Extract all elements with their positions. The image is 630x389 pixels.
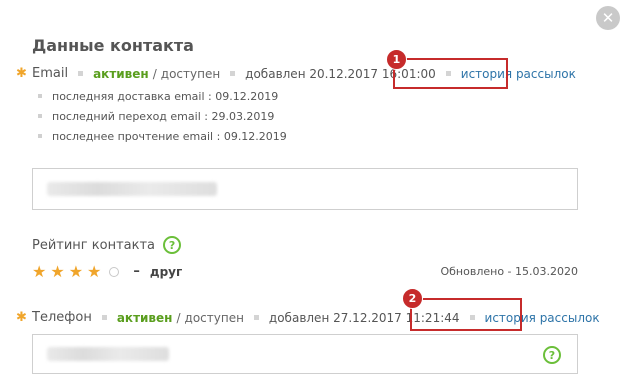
phone-field[interactable]: ? (32, 334, 578, 374)
rating-label: Рейтинг контакта (32, 237, 156, 253)
email-field[interactable] (32, 168, 578, 210)
bullet-icon (38, 114, 42, 118)
rating-updated-date: Обновлено - 15.03.2020 (440, 265, 578, 278)
star-filled-icon[interactable]: ★ (87, 262, 101, 281)
email-status-separator: / (152, 66, 157, 81)
required-asterisk-icon: ✱ (16, 310, 27, 325)
email-status-active: активен (93, 66, 149, 81)
bullet-icon (38, 134, 42, 138)
highlight-box-2 (410, 298, 522, 331)
separator-dot (230, 71, 236, 76)
close-button[interactable]: ✕ (596, 6, 620, 30)
annotation-badge-2: 2 (402, 288, 423, 309)
highlight-box-1 (393, 58, 508, 89)
last-delivery-text: последняя доставка email : 09.12.2019 (52, 89, 279, 103)
rating-stars[interactable]: ★ ★ ★ ★ – друг (32, 262, 182, 281)
separator-dot (101, 315, 107, 320)
bullet-icon (38, 94, 42, 98)
email-value-redacted (47, 182, 217, 196)
star-filled-icon[interactable]: ★ (32, 262, 46, 281)
list-item: последнее прочтение email : 09.12.2019 (38, 126, 287, 146)
separator-dot (78, 71, 84, 76)
list-item: последний переход email : 29.03.2019 (38, 106, 287, 126)
help-icon[interactable]: ? (163, 236, 182, 254)
star-empty-icon[interactable] (109, 266, 120, 277)
phone-status-available: доступен (184, 310, 244, 325)
separator-dot (253, 315, 259, 320)
rating-section: Рейтинг контакта ? (32, 236, 182, 254)
star-filled-icon[interactable]: ★ (69, 262, 83, 281)
email-status-available: доступен (160, 66, 221, 81)
star-filled-icon[interactable]: ★ (50, 262, 64, 281)
phone-status-separator: / (176, 310, 181, 325)
phone-label: Телефон (32, 310, 92, 325)
last-open-text: последнее прочтение email : 09.12.2019 (52, 129, 287, 143)
rating-dash: – (133, 264, 140, 279)
email-label: Email (32, 66, 69, 81)
close-icon: ✕ (601, 8, 615, 27)
page-title: Данные контакта (32, 36, 194, 55)
rating-value-label: друг (149, 264, 183, 279)
phone-status-active: активен (116, 310, 173, 325)
email-details-list: последняя доставка email : 09.12.2019 по… (38, 86, 287, 146)
phone-value-redacted (47, 347, 169, 361)
list-item: последняя доставка email : 09.12.2019 (38, 86, 287, 106)
required-asterisk-icon: ✱ (16, 66, 27, 81)
annotation-badge-1: 1 (386, 49, 407, 70)
phone-help-icon[interactable]: ? (543, 346, 561, 364)
last-click-text: последний переход email : 29.03.2019 (52, 109, 275, 123)
